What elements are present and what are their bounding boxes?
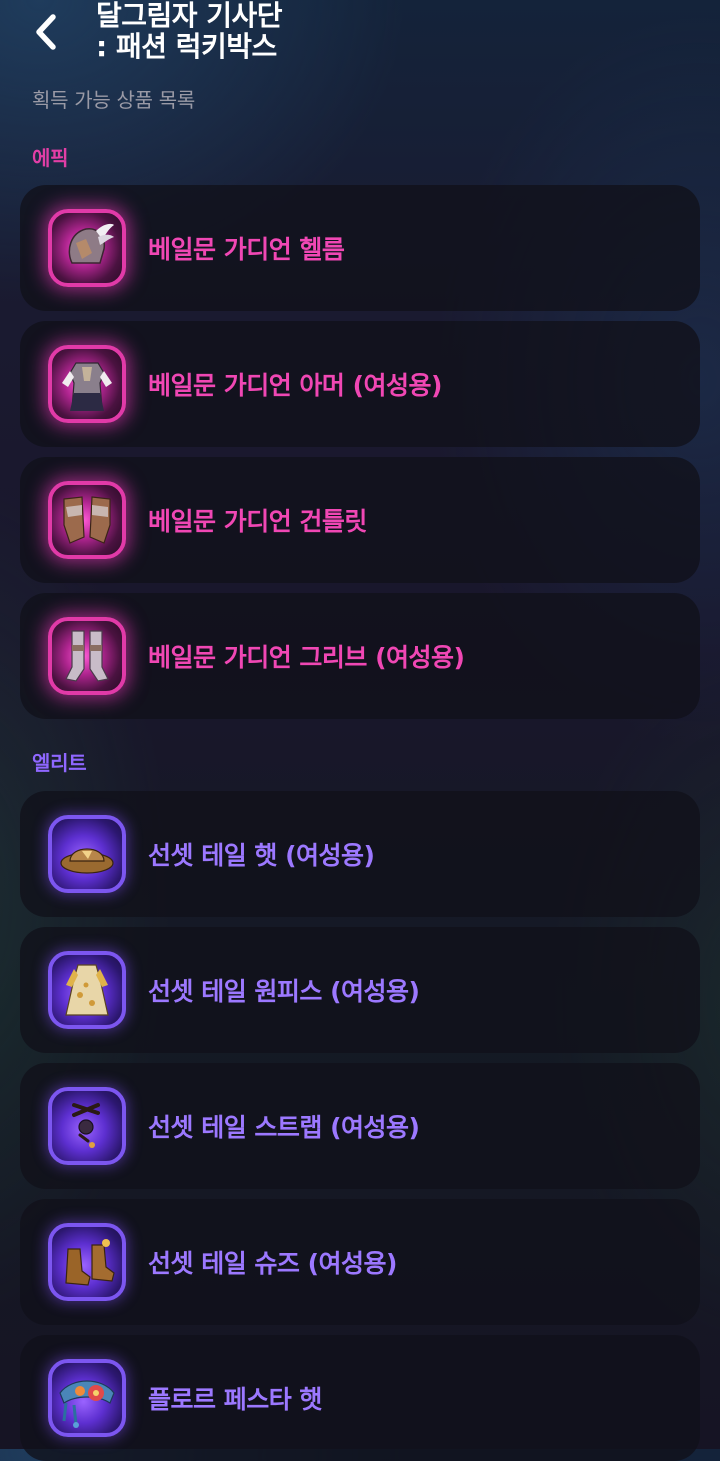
item-name: 플로르 페스타 햇 — [148, 1385, 322, 1414]
item-thumbnail — [48, 481, 126, 559]
greaves-icon — [65, 630, 109, 682]
section-label-elite: 엘리트 — [32, 751, 87, 775]
item-name: 베일문 가디언 그리브 (여성용) — [148, 643, 465, 672]
flower-hat-icon — [59, 1380, 115, 1428]
page-title-line1: 달그림자 기사단 — [96, 0, 283, 32]
item-thumbnail — [48, 1087, 126, 1165]
helmet-icon — [68, 223, 114, 264]
list-item[interactable]: 베일문 가디언 그리브 (여성용) — [20, 593, 700, 719]
hat-icon — [60, 848, 114, 874]
list-item[interactable]: 선셋 테일 햇 (여성용) — [20, 791, 700, 917]
item-name: 선셋 테일 슈즈 (여성용) — [148, 1249, 397, 1278]
page-subtitle: 획득 가능 상품 목록 — [32, 88, 195, 112]
dress-icon — [65, 964, 109, 1016]
page-title: 달그림자 기사단 : 패션 럭키박스 — [96, 0, 283, 63]
gauntlet-icon — [63, 496, 111, 544]
header: 달그림자 기사단 : 패션 럭키박스 — [0, 0, 720, 70]
item-thumbnail — [48, 1223, 126, 1301]
item-name: 선셋 테일 스트랩 (여성용) — [148, 1113, 420, 1142]
item-thumbnail — [48, 1359, 126, 1437]
back-button[interactable] — [22, 8, 70, 56]
item-name: 선셋 테일 햇 (여성용) — [148, 841, 375, 870]
page-title-line2: : 패션 럭키박스 — [96, 30, 277, 63]
armor-icon — [62, 362, 112, 411]
list-item[interactable]: 선셋 테일 슈즈 (여성용) — [20, 1199, 700, 1325]
list-item[interactable]: 선셋 테일 스트랩 (여성용) — [20, 1063, 700, 1189]
list-item[interactable]: 플로르 페스타 햇 — [20, 1335, 700, 1461]
item-thumbnail — [48, 209, 126, 287]
item-thumbnail — [48, 617, 126, 695]
list-item[interactable]: 선셋 테일 원피스 (여성용) — [20, 927, 700, 1053]
shoes-icon — [65, 1239, 115, 1286]
section-label-epic: 에픽 — [32, 146, 69, 170]
item-thumbnail — [48, 951, 126, 1029]
list-item[interactable]: 베일문 가디언 헬름 — [20, 185, 700, 311]
item-name: 베일문 가디언 건틀릿 — [148, 507, 367, 536]
item-thumbnail — [48, 345, 126, 423]
item-name: 선셋 테일 원피스 (여성용) — [148, 977, 420, 1006]
item-thumbnail — [48, 815, 126, 893]
list-item[interactable]: 베일문 가디언 건틀릿 — [20, 457, 700, 583]
list-item[interactable]: 베일문 가디언 아머 (여성용) — [20, 321, 700, 447]
strap-icon — [72, 1103, 100, 1148]
item-name: 베일문 가디언 헬름 — [148, 235, 345, 264]
item-name: 베일문 가디언 아머 (여성용) — [148, 371, 442, 400]
chevron-left-icon — [36, 14, 56, 50]
